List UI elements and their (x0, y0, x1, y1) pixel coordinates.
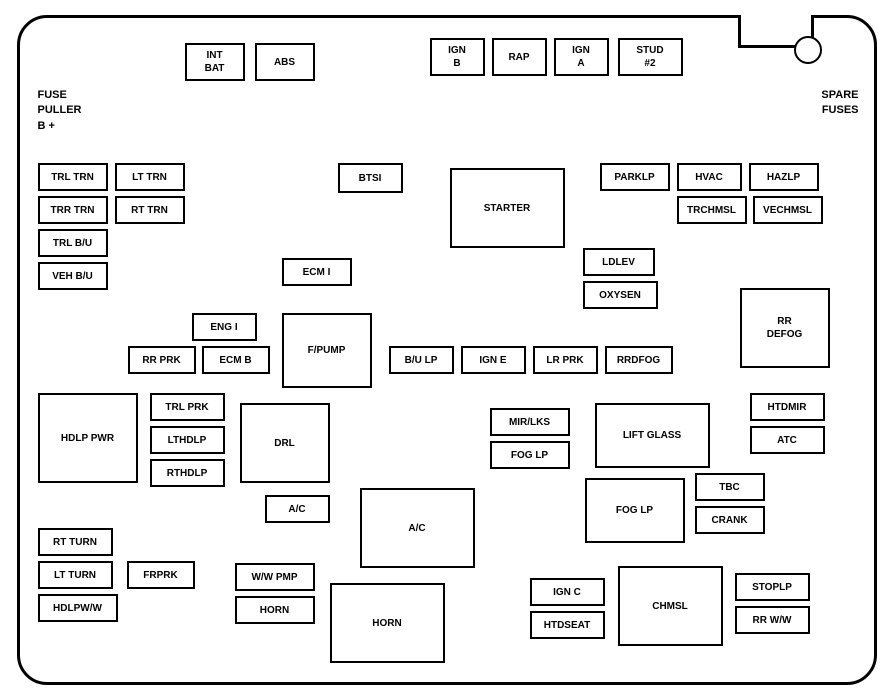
fuse-horn-sm: HORN (235, 596, 315, 624)
fuse-ecm-i: ECM I (282, 258, 352, 286)
fuse-rr-ww: RR W/W (735, 606, 810, 634)
fuse-rt-trn: RT TRN (115, 196, 185, 224)
fuse-frprk: FRPRK (127, 561, 195, 589)
fuse-int-bat: INTBAT (185, 43, 245, 81)
fuse-trl-prk: TRL PRK (150, 393, 225, 421)
fuse-trl-bu: TRL B/U (38, 229, 108, 257)
fuse-oxysen: OXYSEN (583, 281, 658, 309)
fuse-lthdlp: LTHDLP (150, 426, 225, 454)
fuse-veh-bu: VEH B/U (38, 262, 108, 290)
fuse-box-diagram: FUSEPULLERB + SPAREFUSES INTBAT ABS IGNBRA… (17, 15, 877, 685)
stud-circle (794, 36, 822, 64)
fuse-ign-e: IGN E (461, 346, 526, 374)
fuse-rrdfog: RRDFOG (605, 346, 673, 374)
fuse-atc: ATC (750, 426, 825, 454)
fuse-stud2: STUD#2 (618, 38, 683, 76)
fuse-hazlp: HAZLP (749, 163, 819, 191)
fuse-ldlev: LDLEV (583, 248, 655, 276)
fuse-fog-lp-lg: FOG LP (585, 478, 685, 543)
fuse-horn-lg: HORN (330, 583, 445, 663)
fuse-lt-turn: LT TURN (38, 561, 113, 589)
fuse-btsi: BTSI (338, 163, 403, 193)
fuse-parklp: PARKLP (600, 163, 670, 191)
fuse-ac-lg: A/C (360, 488, 475, 568)
fuse-crank: CRANK (695, 506, 765, 534)
fuse-lift-glass: LIFT GLASS (595, 403, 710, 468)
fuse-ign-c: IGN C (530, 578, 605, 606)
fuse-hdlpww: HDLPW/W (38, 594, 118, 622)
fuse-htdmir: HTDMIR (750, 393, 825, 421)
fuse-ign-b: IGNB (430, 38, 485, 76)
fuse-rr-defog: RRDEFOG (740, 288, 830, 368)
fuse-puller-label: FUSEPULLERB + (38, 88, 82, 134)
fuse-hvac: HVAC (677, 163, 742, 191)
fuse-ac-sm: A/C (265, 495, 330, 523)
fuse-eng-i: ENG I (192, 313, 257, 341)
fuse-rt-turn: RT TURN (38, 528, 113, 556)
fuse-ww-pmp: W/W PMP (235, 563, 315, 591)
fuse-trl-trn: TRL TRN (38, 163, 108, 191)
fuse-rap: RAP (492, 38, 547, 76)
fuse-trr-trn: TRR TRN (38, 196, 108, 224)
fuse-lr-prk: LR PRK (533, 346, 598, 374)
fuse-tbc: TBC (695, 473, 765, 501)
fuse-rr-prk: RR PRK (128, 346, 196, 374)
fuse-vechmsl: VECHMSL (753, 196, 823, 224)
fuse-ecm-b: ECM B (202, 346, 270, 374)
fuse-f-pump: F/PUMP (282, 313, 372, 388)
fuse-bu-lp: B/U LP (389, 346, 454, 374)
fuse-stoplp: STOPLP (735, 573, 810, 601)
fuse-lt-trn: LT TRN (115, 163, 185, 191)
fuse-trchmsl: TRCHMSL (677, 196, 747, 224)
fuse-chmsl: CHMSL (618, 566, 723, 646)
fuse-drl: DRL (240, 403, 330, 483)
fuse-fog-lp-sm: FOG LP (490, 441, 570, 469)
fuse-abs: ABS (255, 43, 315, 81)
fuse-starter: STARTER (450, 168, 565, 248)
fuse-rthdlp: RTHDLP (150, 459, 225, 487)
fuse-ign-a: IGNA (554, 38, 609, 76)
fuse-hdlp-pwr: HDLP PWR (38, 393, 138, 483)
fuse-mir-lks: MIR/LKS (490, 408, 570, 436)
fuse-htdseat: HTDSEAT (530, 611, 605, 639)
spare-fuses-label: SPAREFUSES (821, 88, 858, 119)
